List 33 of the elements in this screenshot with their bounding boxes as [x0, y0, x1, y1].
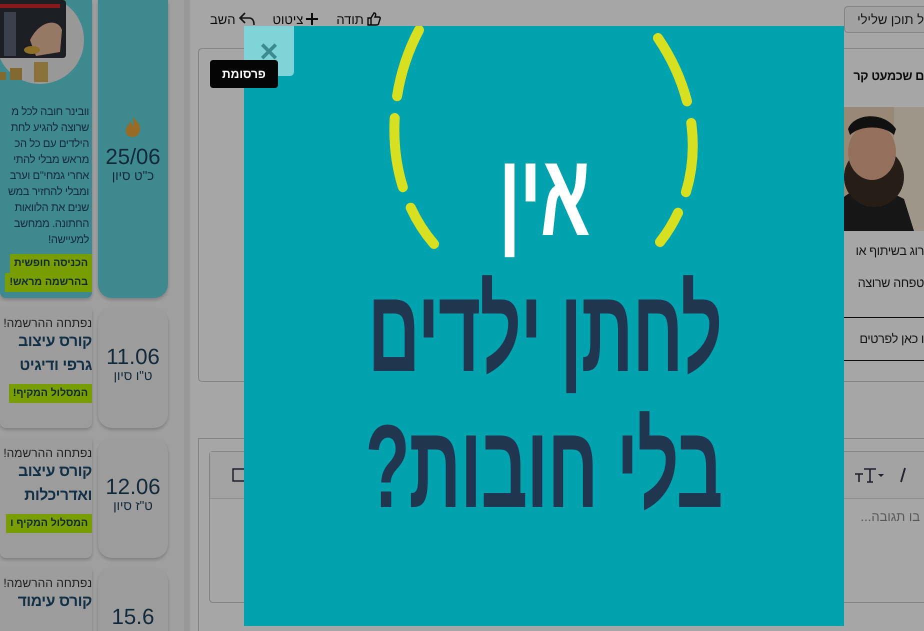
event-date: 11.06: [106, 346, 160, 368]
event-text: שנים את הלוואות: [14, 201, 90, 216]
event-tag: הכניסה חופשית: [10, 254, 92, 273]
event-text: למעיישה!: [47, 233, 90, 248]
event-title: קורס עיצוב: [17, 332, 92, 352]
event-title: ואדריכלות: [23, 486, 92, 506]
post-title: ם שכמעט קר: [853, 69, 924, 83]
event-title: גרפי ודיגיט: [18, 356, 92, 376]
event-date: 15.6: [112, 606, 154, 628]
event-status: נפתחה ההרשמה!: [2, 316, 92, 330]
event-text: וובינר חובה לכל מ: [10, 105, 90, 120]
event-status: נפתחה ההרשמה!: [2, 576, 92, 590]
event-text: מראש מבלי להתי: [12, 153, 90, 168]
event-text: החתונה. ממחשב: [12, 217, 90, 232]
event-title: קורס עיצוב: [17, 462, 92, 482]
ad-label: פרסומת: [210, 60, 278, 88]
event-text: אחרי גמחי"ם וערב: [8, 169, 90, 184]
hebrew-date: ט"ז סיון: [113, 498, 153, 513]
event-text: ומבלי להחזיר במש: [7, 185, 90, 200]
post-text: רוג בשיתוף או: [856, 243, 924, 260]
event-tag: המסלול המקיף!: [8, 384, 92, 403]
event-tag: המסלול המקיף ו: [6, 514, 92, 533]
event-title: קורס עימוד: [16, 592, 92, 612]
event-date: 12.06: [105, 476, 161, 498]
hebrew-date: כ"ט סיון: [112, 168, 154, 182]
event-status: נפתחה ההרשמה!: [2, 446, 92, 460]
event-date: 25/06: [105, 146, 161, 168]
post-text: טפחה שרוצה: [858, 275, 924, 292]
ad-headline: בלי חובות?: [366, 408, 722, 526]
event-text: הילדים עם כל הכ: [13, 137, 90, 152]
event-text: שרוצה להגיע לחת: [10, 121, 90, 136]
event-tag: בהרשמה מראש!: [5, 273, 92, 292]
hebrew-date: ט"ו סיון: [114, 368, 152, 383]
